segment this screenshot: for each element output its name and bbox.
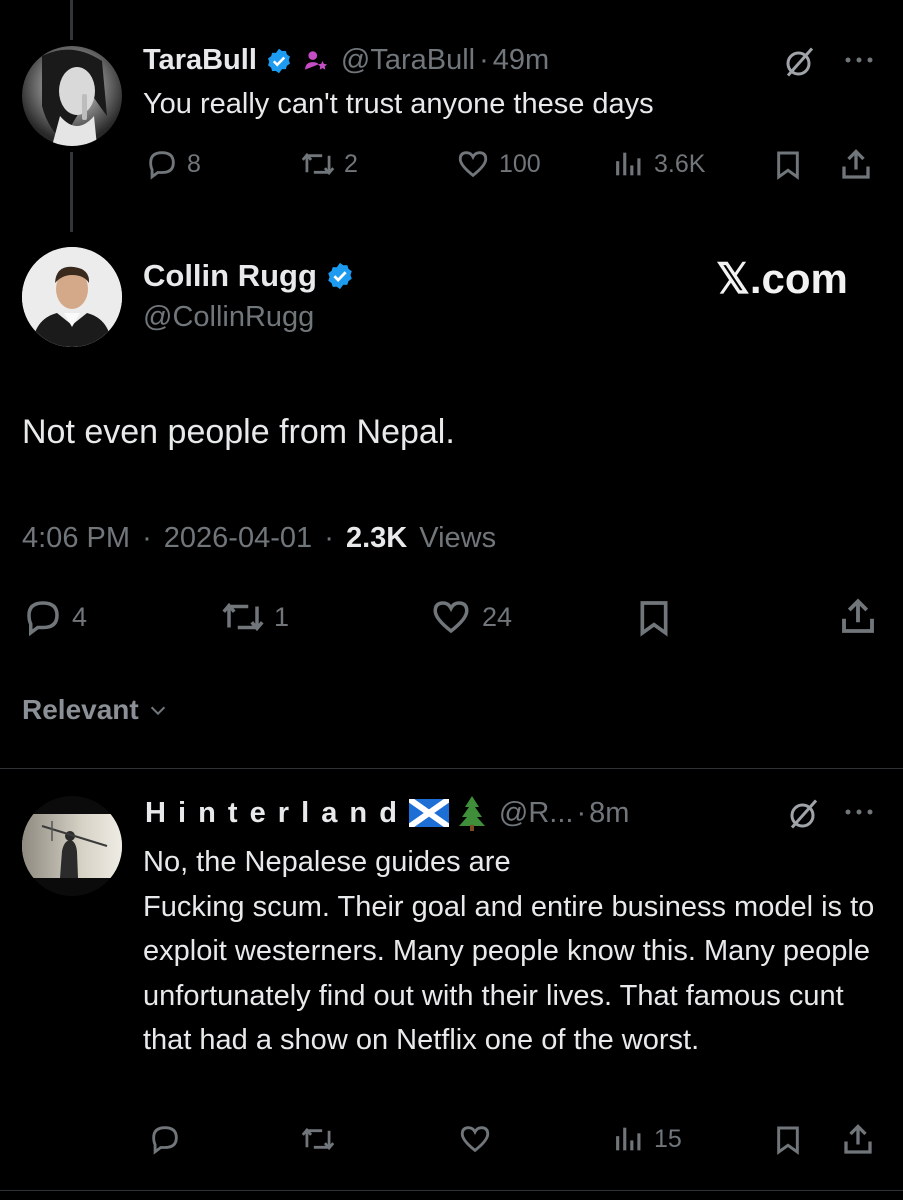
handle[interactable]: @TaraBull [341,44,475,77]
divider [0,768,903,769]
repost-button[interactable]: 1 [220,596,289,638]
tweet-text: No, the Nepalese guides are Fucking scum… [143,846,875,1056]
affiliate-icon [303,48,329,74]
views-button[interactable]: 3.6K [612,147,705,181]
bookmark-icon [777,151,799,180]
heart-icon [460,1126,490,1153]
reply-count: 8 [187,149,201,178]
reply-button[interactable] [148,1122,182,1156]
tweet-text: Not even people from Nepal. [22,413,455,451]
thread-connector [70,152,73,232]
avatar[interactable] [22,247,122,347]
avatar[interactable] [22,796,122,896]
reply-button[interactable]: 4 [22,596,87,638]
share-button[interactable] [836,596,880,643]
more-options-icon[interactable] [840,50,880,75]
display-name[interactable]: TaraBull [143,44,257,77]
avatar-image [42,49,107,146]
views-icon [616,152,641,176]
share-icon [844,1124,872,1154]
like-button[interactable]: 24 [428,596,512,638]
bookmark-icon [777,1126,799,1155]
reply-icon [149,151,175,180]
reply-button[interactable]: 8 [145,147,201,181]
repost-button[interactable] [300,1122,336,1156]
display-name[interactable]: Collin Rugg [143,258,317,294]
timestamp[interactable]: 4:06 PM [22,522,130,554]
like-button[interactable] [457,1122,493,1156]
repost-count: 2 [344,149,358,178]
display-name[interactable]: H i n t e r l a n d [145,797,399,830]
grok-icon[interactable] [786,796,822,837]
sort-dropdown[interactable]: Relevant [22,694,169,726]
more-options-icon[interactable] [840,802,880,827]
avatar[interactable] [22,46,122,146]
views-icon [616,1127,641,1151]
heart-icon [433,601,469,634]
bookmark-button[interactable] [772,1123,804,1162]
repost-button[interactable]: 2 [300,147,358,181]
bookmark-icon [640,601,668,637]
avatar-image [22,814,122,878]
verified-badge-icon [325,261,355,291]
date[interactable]: 2026-04-01 [164,522,312,554]
reply-header: H i n t e r l a n d @R... · 8m [145,795,629,831]
reply-count: 4 [72,601,88,632]
tree-icon [457,795,487,831]
repost-icon [222,602,264,632]
like-count: 100 [499,149,541,178]
bookmark-button[interactable] [634,597,674,644]
views-button[interactable]: 15 [612,1122,682,1156]
reply-icon [27,601,59,637]
separator: · [324,522,334,554]
repost-count: 1 [274,601,290,632]
sort-label: Relevant [22,694,139,725]
reply-icon [152,1126,178,1155]
grok-icon[interactable] [782,44,818,85]
repost-icon [301,1127,335,1151]
x-com-watermark: 𝕏.com [716,255,848,302]
heart-icon [458,151,488,178]
timestamp[interactable]: 49m [493,44,549,77]
repost-icon [301,152,335,176]
share-button[interactable] [840,1122,876,1163]
separator: · [576,796,587,829]
parent-header: TaraBull @TaraBull · 49m [143,44,549,77]
handle[interactable]: @CollinRugg [143,301,314,334]
thread-connector-top [70,0,73,40]
separator: · [479,44,489,76]
share-icon [842,598,874,633]
handle[interactable]: @R... [499,797,574,830]
chevron-down-icon [150,706,165,716]
views-count: 15 [654,1124,682,1153]
like-count: 24 [482,601,513,632]
views-count: 3.6K [654,149,706,178]
views-label: Views [419,522,497,554]
tweet-text: You really can't trust anyone these days [143,88,654,120]
divider [0,1190,903,1191]
main-header: Collin Rugg [143,258,355,294]
like-button[interactable]: 100 [455,147,541,181]
tweet-metadata: 4:06 PM · 2026-04-01 · 2.3K Views [22,522,496,555]
share-button[interactable] [838,147,874,188]
bookmark-button[interactable] [772,148,804,187]
verified-badge-icon [265,47,293,75]
scotland-flag-icon [407,796,451,830]
separator: · [142,522,152,554]
avatar-image [22,247,122,347]
share-icon [842,149,870,179]
timestamp[interactable]: 8m [589,797,629,830]
views-count[interactable]: 2.3K [346,522,407,554]
